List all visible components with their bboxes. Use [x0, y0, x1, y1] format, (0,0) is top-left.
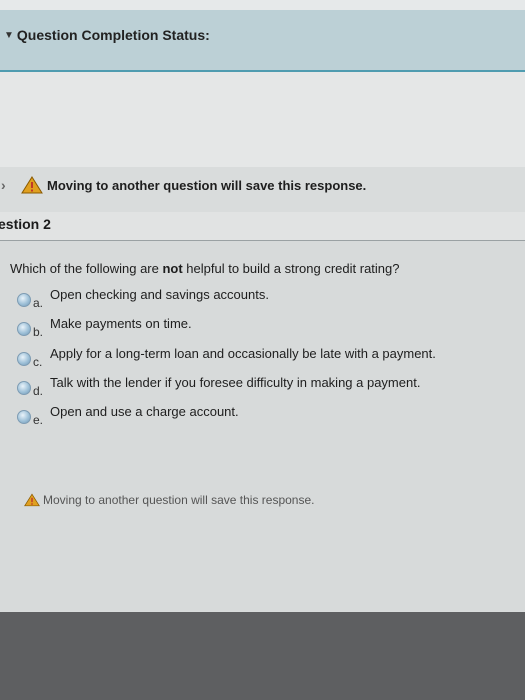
chevron-right-icon: › [1, 177, 6, 193]
answer-option-b[interactable]: b. Make payments on time. [17, 316, 497, 342]
question-body: Which of the following are not helpful t… [0, 241, 525, 611]
radio-button-d[interactable] [17, 381, 31, 395]
radio-button-b[interactable] [17, 322, 31, 336]
chevron-down-icon: ▼ [4, 29, 14, 41]
warning-icon [21, 176, 43, 194]
status-title[interactable]: ▼ Question Completion Status: [4, 27, 210, 43]
top-strip [0, 0, 525, 10]
option-letter: e. [33, 413, 44, 427]
radio-button-e[interactable] [17, 410, 31, 424]
radio-button-c[interactable] [17, 352, 31, 366]
question-number: estion 2 [0, 216, 51, 232]
warning-icon [24, 493, 40, 507]
option-letter: d. [33, 384, 44, 398]
answer-option-d[interactable]: d. Talk with the lender if you foresee d… [17, 375, 497, 401]
option-text[interactable]: Open checking and savings accounts. [50, 287, 269, 302]
question-completion-status-bar[interactable]: ▼ Question Completion Status: [0, 10, 525, 72]
answer-option-a[interactable]: a. Open checking and savings accounts. [17, 287, 497, 313]
option-letter: c. [33, 355, 43, 369]
answer-option-e[interactable]: e. Open and use a charge account. [17, 404, 497, 430]
question-text: Which of the following are not helpful t… [10, 261, 400, 276]
option-text[interactable]: Make payments on time. [50, 316, 192, 331]
option-text[interactable]: Apply for a long-term loan and occasiona… [50, 346, 436, 361]
option-letter: b. [33, 325, 44, 339]
option-letter: a. [33, 296, 44, 310]
option-text[interactable]: Open and use a charge account. [50, 404, 239, 419]
status-title-label: Question Completion Status: [16, 27, 210, 43]
option-text[interactable]: Talk with the lender if you foresee diff… [50, 375, 420, 390]
answer-option-c[interactable]: c. Apply for a long-term loan and occasi… [17, 346, 497, 372]
save-warning-top: › Moving to another question will save t… [0, 172, 366, 198]
question-text-after: helpful to build a strong credit rating? [182, 261, 400, 276]
question-text-emphasis: not [162, 261, 183, 276]
radio-button-a[interactable] [17, 293, 31, 307]
question-header: estion 2 [0, 212, 525, 241]
question-text-before: Which of the following are [10, 261, 163, 276]
content-gap [0, 72, 525, 167]
save-warning-text: Moving to another question will save thi… [47, 177, 367, 193]
save-warning-text: Moving to another question will save thi… [43, 493, 315, 507]
footer-bar [0, 612, 525, 700]
save-warning-bottom: Moving to another question will save thi… [24, 490, 314, 510]
